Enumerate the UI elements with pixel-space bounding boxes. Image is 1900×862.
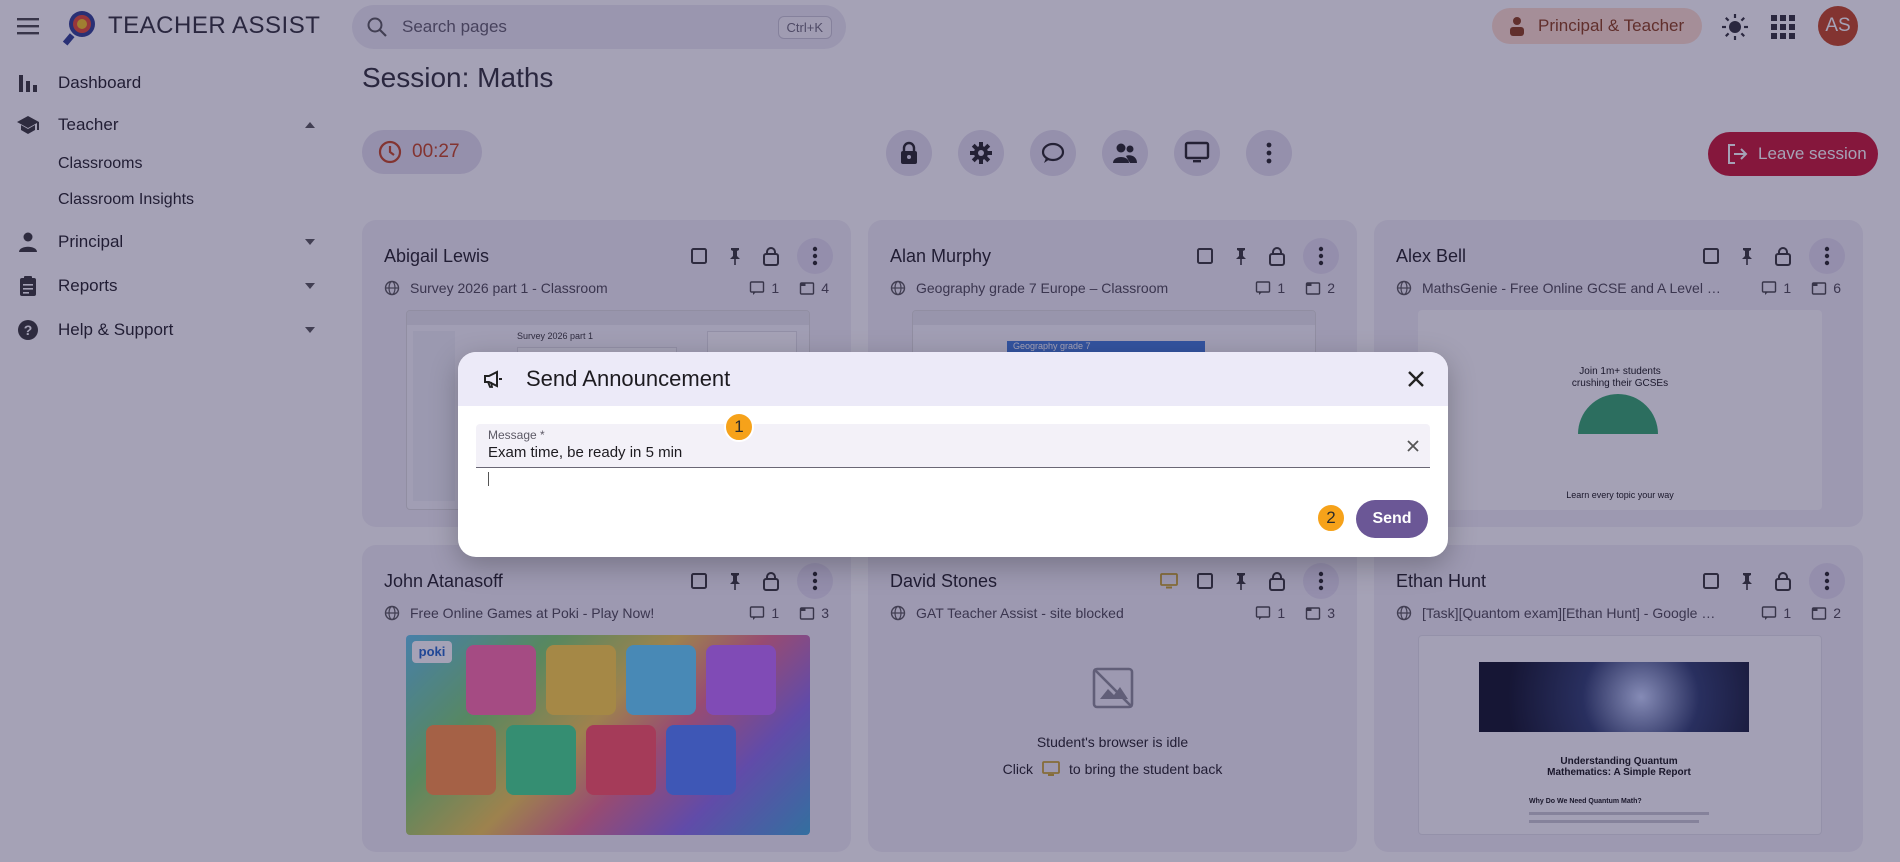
megaphone-icon [484,370,502,388]
message-input[interactable]: Exam time, be ready in 5 min [488,444,682,461]
close-icon[interactable] [1404,367,1428,391]
text-cursor [488,472,489,486]
step-marker-1: 1 [724,412,754,442]
send-button[interactable]: Send [1356,500,1428,538]
dialog-title: Send Announcement [526,366,731,391]
message-field-label: Message * [488,428,545,442]
step-marker-2: 2 [1316,503,1346,533]
message-field[interactable]: Message * Exam time, be ready in 5 min [476,424,1430,468]
dialog-header: Send Announcement [458,352,1448,406]
clear-input-icon[interactable] [1404,437,1422,455]
send-announcement-dialog: Send Announcement Message * Exam time, b… [458,352,1448,557]
